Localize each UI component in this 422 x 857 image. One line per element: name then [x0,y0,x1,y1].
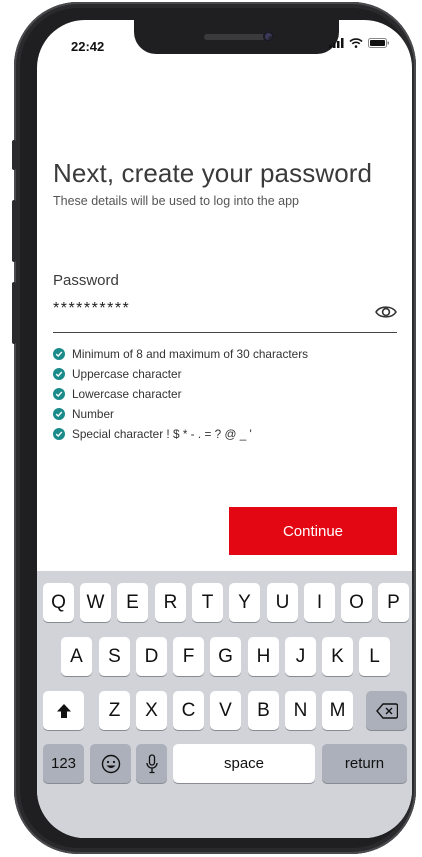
emoji-key[interactable] [90,744,131,783]
volume-down-button [12,282,16,344]
signal-icon [329,38,344,48]
requirement-item: Uppercase character [53,364,308,384]
key-o[interactable]: O [341,583,372,622]
status-icons [329,38,390,48]
battery-icon [368,38,389,48]
volume-up-button [12,200,16,262]
requirement-item: Lowercase character [53,384,308,404]
password-requirements: Minimum of 8 and maximum of 30 character… [53,344,308,444]
check-icon [53,388,65,400]
key-p[interactable]: P [378,583,409,622]
key-y[interactable]: Y [229,583,260,622]
key-u[interactable]: U [267,583,298,622]
page-title: Next, create your password [53,158,373,188]
requirement-text: Special character ! $ * - . = ? @ _ ' [72,427,252,441]
microphone-icon [145,753,158,773]
dictation-key[interactable] [136,744,167,783]
requirement-text: Lowercase character [72,387,182,401]
key-r[interactable]: R [155,583,186,622]
requirement-item: Number [53,404,308,424]
backspace-key[interactable] [366,691,407,730]
key-t[interactable]: T [192,583,223,622]
requirement-item: Minimum of 8 and maximum of 30 character… [53,344,308,364]
key-k[interactable]: K [322,637,353,676]
key-s[interactable]: S [99,637,130,676]
speaker [204,34,268,40]
key-q[interactable]: Q [43,583,74,622]
key-f[interactable]: F [173,637,204,676]
shift-key[interactable] [43,691,84,730]
key-h[interactable]: H [248,637,279,676]
space-key[interactable]: space [173,744,315,783]
requirement-text: Uppercase character [72,367,182,381]
eye-icon[interactable] [375,304,397,320]
page-subtitle: These details will be used to log into t… [53,194,299,208]
requirement-text: Number [72,407,114,421]
key-x[interactable]: X [136,691,167,730]
key-i[interactable]: I [304,583,335,622]
key-c[interactable]: C [173,691,204,730]
requirement-text: Minimum of 8 and maximum of 30 character… [72,347,309,361]
key-z[interactable]: Z [99,691,130,730]
password-underline [53,332,397,333]
key-d[interactable]: D [136,637,167,676]
key-w[interactable]: W [80,583,111,622]
shift-icon [56,703,71,718]
emoji-icon [101,754,120,773]
check-icon [53,408,65,420]
key-v[interactable]: V [210,691,241,730]
check-icon [53,348,65,360]
backspace-icon [375,702,398,719]
key-a[interactable]: A [61,637,92,676]
screen: 22:42 Next, create your password These d… [37,20,412,838]
key-l[interactable]: L [359,637,390,676]
password-input[interactable]: ********** [53,300,130,318]
status-time: 22:42 [71,39,105,54]
keyboard-bottom-area [37,790,412,838]
key-g[interactable]: G [210,637,241,676]
key-b[interactable]: B [248,691,279,730]
numbers-key[interactable]: 123 [43,744,84,783]
password-label: Password [53,272,119,289]
keyboard: Q W E R T Y U I O P A S D F G H J K L Z … [37,571,412,790]
key-n[interactable]: N [285,691,316,730]
continue-button[interactable]: Continue [229,507,397,555]
wifi-icon [349,38,363,48]
key-m[interactable]: M [322,691,353,730]
check-icon [53,428,65,440]
check-icon [53,368,65,380]
camera [263,31,274,42]
key-j[interactable]: J [285,637,316,676]
return-key[interactable]: return [322,744,407,783]
key-e[interactable]: E [117,583,148,622]
mute-switch [12,140,16,170]
notch [134,20,339,54]
requirement-item: Special character ! $ * - . = ? @ _ ' [53,424,308,444]
